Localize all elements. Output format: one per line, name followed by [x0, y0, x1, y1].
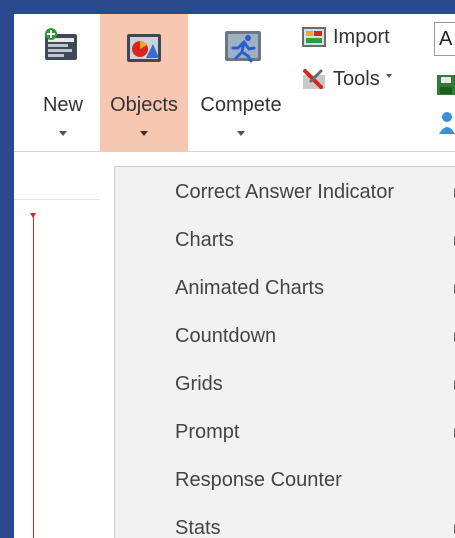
menu-item-label: Prompt [175, 421, 240, 443]
objects-dropdown-menu: Correct Answer Indicator Charts Animated… [114, 166, 455, 538]
import-button-label: Import [333, 25, 390, 48]
menu-item-correct-answer-indicator[interactable]: Correct Answer Indicator [115, 170, 455, 218]
save-icon [437, 75, 455, 95]
import-icon [301, 25, 327, 49]
chevron-down-icon [385, 74, 392, 78]
menu-item-prompt[interactable]: Prompt [115, 410, 455, 458]
objects-button-label: Objects [110, 94, 178, 116]
menu-item-label: Response Counter [175, 469, 342, 491]
menu-item-label: Charts [175, 229, 234, 251]
new-slide-icon [45, 28, 77, 60]
tools-button[interactable]: Tools [301, 64, 392, 94]
menu-item-animated-charts[interactable]: Animated Charts [115, 266, 455, 314]
user-icon [439, 112, 455, 134]
content-divider [14, 199, 100, 200]
ribbon-divider [14, 151, 455, 152]
new-button-label: New [42, 94, 83, 116]
chevron-down-icon [237, 131, 245, 136]
menu-item-label: Stats [175, 517, 221, 538]
menu-item-label: Countdown [175, 325, 277, 347]
menu-item-label: Correct Answer Indicator [175, 181, 394, 203]
menu-item-stats[interactable]: Stats [115, 506, 455, 538]
compete-button[interactable]: Compete [191, 14, 291, 151]
tools-button-label: Tools [333, 67, 380, 90]
objects-icon [127, 34, 161, 62]
timeline-line [33, 214, 34, 538]
menu-item-label: Grids [175, 373, 223, 395]
chevron-down-icon [59, 131, 67, 136]
ribbon: New Objects Compete Import Tools A [14, 14, 455, 151]
import-button[interactable]: Import [301, 22, 390, 52]
menu-item-response-counter[interactable]: Response Counter [115, 458, 455, 506]
menu-item-charts[interactable]: Charts [115, 218, 455, 266]
menu-item-label: Animated Charts [175, 277, 324, 299]
chevron-down-icon [140, 131, 148, 136]
app-window: New Objects Compete Import Tools A Corre… [14, 14, 455, 538]
compete-runner-icon [225, 31, 261, 63]
menu-item-countdown[interactable]: Countdown [115, 314, 455, 362]
new-button[interactable]: New [34, 14, 92, 151]
compete-button-label: Compete [200, 94, 282, 116]
objects-button[interactable]: Objects [100, 14, 188, 151]
font-combo-box[interactable]: A [434, 22, 455, 56]
menu-item-grids[interactable]: Grids [115, 362, 455, 410]
tools-icon [301, 67, 327, 91]
